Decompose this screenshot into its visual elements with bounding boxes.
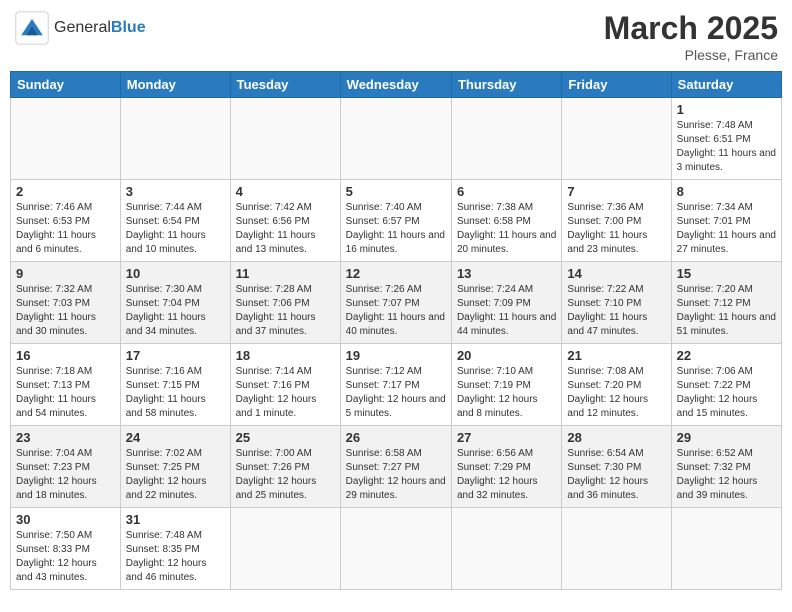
day-27: 27 Sunrise: 6:56 AMSunset: 7:29 PMDaylig… bbox=[451, 426, 561, 508]
day-9: 9 Sunrise: 7:32 AMSunset: 7:03 PMDayligh… bbox=[11, 262, 121, 344]
day-20: 20 Sunrise: 7:10 AMSunset: 7:19 PMDaylig… bbox=[451, 344, 561, 426]
day-19: 19 Sunrise: 7:12 AMSunset: 7:17 PMDaylig… bbox=[340, 344, 451, 426]
day-17: 17 Sunrise: 7:16 AMSunset: 7:15 PMDaylig… bbox=[120, 344, 230, 426]
empty-cell bbox=[340, 508, 451, 590]
empty-cell bbox=[451, 508, 561, 590]
header-saturday: Saturday bbox=[671, 72, 781, 98]
week-row-6: 30 Sunrise: 7:50 AMSunset: 8:33 PMDaylig… bbox=[11, 508, 782, 590]
day-30: 30 Sunrise: 7:50 AMSunset: 8:33 PMDaylig… bbox=[11, 508, 121, 590]
week-row-4: 16 Sunrise: 7:18 AMSunset: 7:13 PMDaylig… bbox=[11, 344, 782, 426]
empty-cell bbox=[120, 98, 230, 180]
title-block: March 2025 Plesse, France bbox=[604, 10, 778, 63]
empty-cell bbox=[562, 98, 671, 180]
day-4: 4 Sunrise: 7:42 AMSunset: 6:56 PMDayligh… bbox=[230, 180, 340, 262]
day-7: 7 Sunrise: 7:36 AMSunset: 7:00 PMDayligh… bbox=[562, 180, 671, 262]
day-1: 1 Sunrise: 7:48 AMSunset: 6:51 PMDayligh… bbox=[671, 98, 781, 180]
week-row-3: 9 Sunrise: 7:32 AMSunset: 7:03 PMDayligh… bbox=[11, 262, 782, 344]
day-11: 11 Sunrise: 7:28 AMSunset: 7:06 PMDaylig… bbox=[230, 262, 340, 344]
header-monday: Monday bbox=[120, 72, 230, 98]
day-25: 25 Sunrise: 7:00 AMSunset: 7:26 PMDaylig… bbox=[230, 426, 340, 508]
week-row-2: 2 Sunrise: 7:46 AMSunset: 6:53 PMDayligh… bbox=[11, 180, 782, 262]
day-18: 18 Sunrise: 7:14 AMSunset: 7:16 PMDaylig… bbox=[230, 344, 340, 426]
header-thursday: Thursday bbox=[451, 72, 561, 98]
empty-cell bbox=[671, 508, 781, 590]
day-31: 31 Sunrise: 7:48 AMSunset: 8:35 PMDaylig… bbox=[120, 508, 230, 590]
location: Plesse, France bbox=[604, 47, 778, 63]
weekday-header-row: Sunday Monday Tuesday Wednesday Thursday… bbox=[11, 72, 782, 98]
page-header: GeneralBlue March 2025 Plesse, France bbox=[10, 10, 782, 63]
logo-text: GeneralBlue bbox=[54, 19, 146, 37]
week-row-5: 23 Sunrise: 7:04 AMSunset: 7:23 PMDaylig… bbox=[11, 426, 782, 508]
logo-icon bbox=[14, 10, 50, 46]
day-6: 6 Sunrise: 7:38 AMSunset: 6:58 PMDayligh… bbox=[451, 180, 561, 262]
header-sunday: Sunday bbox=[11, 72, 121, 98]
day-10: 10 Sunrise: 7:30 AMSunset: 7:04 PMDaylig… bbox=[120, 262, 230, 344]
header-friday: Friday bbox=[562, 72, 671, 98]
day-28: 28 Sunrise: 6:54 AMSunset: 7:30 PMDaylig… bbox=[562, 426, 671, 508]
day-8: 8 Sunrise: 7:34 AMSunset: 7:01 PMDayligh… bbox=[671, 180, 781, 262]
month-title: March 2025 bbox=[604, 10, 778, 47]
empty-cell bbox=[451, 98, 561, 180]
empty-cell bbox=[11, 98, 121, 180]
day-26: 26 Sunrise: 6:58 AMSunset: 7:27 PMDaylig… bbox=[340, 426, 451, 508]
empty-cell bbox=[562, 508, 671, 590]
day-21: 21 Sunrise: 7:08 AMSunset: 7:20 PMDaylig… bbox=[562, 344, 671, 426]
day-29: 29 Sunrise: 6:52 AMSunset: 7:32 PMDaylig… bbox=[671, 426, 781, 508]
empty-cell bbox=[340, 98, 451, 180]
logo: GeneralBlue bbox=[14, 10, 146, 46]
empty-cell bbox=[230, 98, 340, 180]
day-13: 13 Sunrise: 7:24 AMSunset: 7:09 PMDaylig… bbox=[451, 262, 561, 344]
day-2: 2 Sunrise: 7:46 AMSunset: 6:53 PMDayligh… bbox=[11, 180, 121, 262]
day-12: 12 Sunrise: 7:26 AMSunset: 7:07 PMDaylig… bbox=[340, 262, 451, 344]
day-16: 16 Sunrise: 7:18 AMSunset: 7:13 PMDaylig… bbox=[11, 344, 121, 426]
calendar: Sunday Monday Tuesday Wednesday Thursday… bbox=[10, 71, 782, 590]
header-wednesday: Wednesday bbox=[340, 72, 451, 98]
day-24: 24 Sunrise: 7:02 AMSunset: 7:25 PMDaylig… bbox=[120, 426, 230, 508]
day-23: 23 Sunrise: 7:04 AMSunset: 7:23 PMDaylig… bbox=[11, 426, 121, 508]
day-3: 3 Sunrise: 7:44 AMSunset: 6:54 PMDayligh… bbox=[120, 180, 230, 262]
week-row-1: 1 Sunrise: 7:48 AMSunset: 6:51 PMDayligh… bbox=[11, 98, 782, 180]
day-22: 22 Sunrise: 7:06 AMSunset: 7:22 PMDaylig… bbox=[671, 344, 781, 426]
day-14: 14 Sunrise: 7:22 AMSunset: 7:10 PMDaylig… bbox=[562, 262, 671, 344]
empty-cell bbox=[230, 508, 340, 590]
day-15: 15 Sunrise: 7:20 AMSunset: 7:12 PMDaylig… bbox=[671, 262, 781, 344]
day-5: 5 Sunrise: 7:40 AMSunset: 6:57 PMDayligh… bbox=[340, 180, 451, 262]
header-tuesday: Tuesday bbox=[230, 72, 340, 98]
